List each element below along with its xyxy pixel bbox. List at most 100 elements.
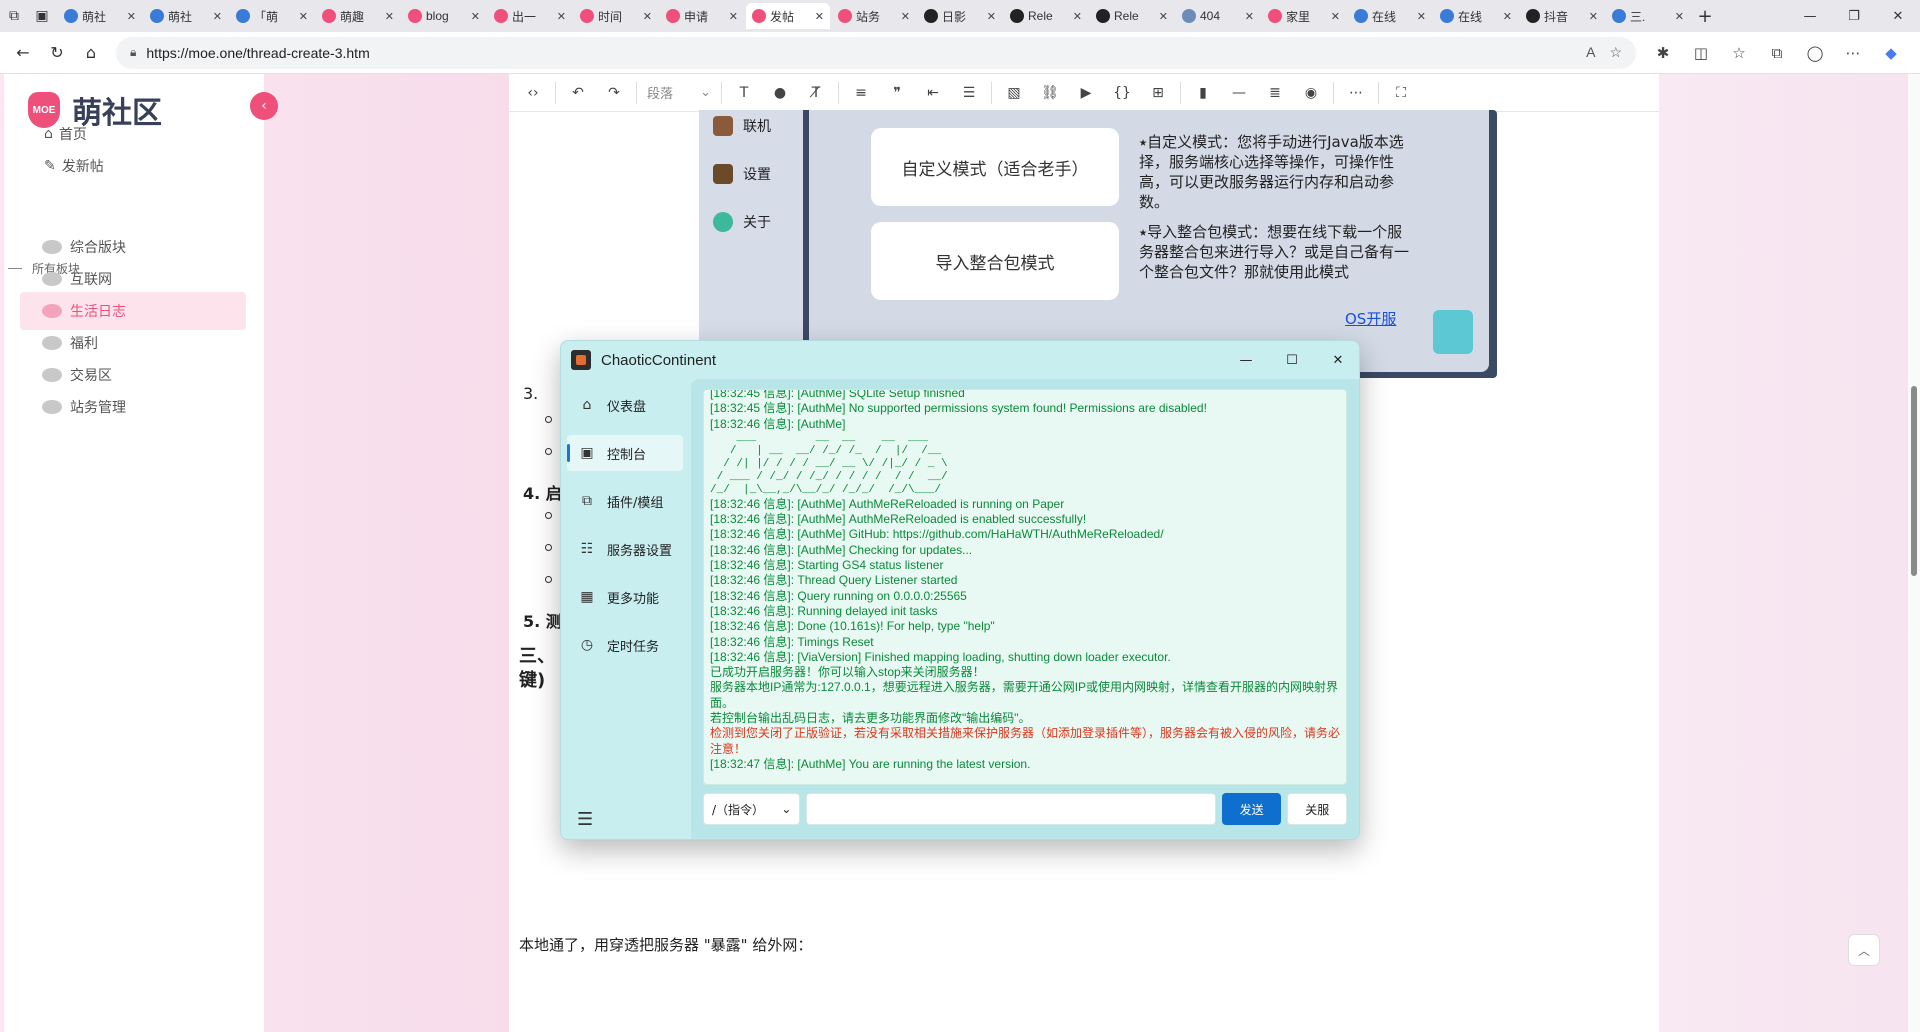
nav-dashboard[interactable]: ⌂ 仪表盘 — [567, 387, 683, 423]
address-bar[interactable]: 🔒︎ https://moe.one/thread-create-3.htm A… — [116, 36, 1636, 69]
console-log[interactable]: [18:32:45 信息]: [AuthMe] SQLite Setup fin… — [703, 389, 1347, 785]
new-tab-button[interactable]: + — [1690, 3, 1720, 29]
browser-tab[interactable]: 萌社 ✕ — [58, 3, 142, 29]
browser-tab[interactable]: 发帖 ✕ — [746, 3, 830, 29]
indent-icon[interactable]: ⇤ — [915, 77, 951, 109]
board-site-admin[interactable]: 站务管理 — [20, 388, 246, 426]
hamburger-menu-icon[interactable]: ☰ — [577, 809, 593, 830]
split-screen-icon[interactable]: ◫ — [1684, 36, 1718, 70]
browser-tab[interactable]: 萌社 ✕ — [144, 3, 228, 29]
nav-server-settings[interactable]: ☷ 服务器设置 — [567, 531, 683, 567]
tab-close-icon[interactable]: ✕ — [815, 10, 824, 23]
browser-tab[interactable]: 站务 ✕ — [832, 3, 916, 29]
tab-close-icon[interactable]: ✕ — [127, 10, 136, 23]
nav-new-thread-link[interactable]: ✎ 发新帖 — [44, 156, 104, 176]
collapse-sidebar-button[interactable]: ‹ — [250, 92, 278, 120]
clear-format-icon[interactable]: T̸ — [798, 77, 834, 109]
scroll-to-top-button[interactable]: ︿ — [1848, 934, 1880, 966]
more-options-icon[interactable]: ⋯ — [1338, 77, 1374, 109]
tab-close-icon[interactable]: ✕ — [1503, 10, 1512, 23]
link-icon[interactable]: ⛓ — [1032, 77, 1068, 109]
align-icon[interactable]: ≡ — [843, 77, 879, 109]
tab-close-icon[interactable]: ✕ — [1159, 10, 1168, 23]
nav-home-link[interactable]: ⌂ 首页 — [44, 124, 87, 144]
tab-close-icon[interactable]: ✕ — [1675, 10, 1684, 23]
text-color-icon[interactable]: ● — [762, 77, 798, 109]
video-icon[interactable]: ▶ — [1068, 77, 1104, 109]
collections-icon[interactable]: ⧉ — [1760, 36, 1794, 70]
close-window-button[interactable]: ✕ — [1876, 0, 1920, 32]
page-scrollbar[interactable] — [1908, 74, 1920, 1032]
outline-icon[interactable]: ≣ — [1257, 77, 1293, 109]
tab-close-icon[interactable]: ✕ — [643, 10, 652, 23]
back-button[interactable]: ← — [6, 36, 40, 70]
tab-close-icon[interactable]: ✕ — [385, 10, 394, 23]
code-block-icon[interactable]: {} — [1104, 77, 1140, 109]
tab-close-icon[interactable]: ✕ — [987, 10, 996, 23]
browser-tab[interactable]: 在线 ✕ — [1348, 3, 1432, 29]
tab-close-icon[interactable]: ✕ — [1073, 10, 1082, 23]
more-menu-icon[interactable]: ⋯ — [1836, 36, 1870, 70]
tab-close-icon[interactable]: ✕ — [729, 10, 738, 23]
tab-close-icon[interactable]: ✕ — [1417, 10, 1426, 23]
horizontal-rule-icon[interactable]: — — [1221, 77, 1257, 109]
preview-eye-icon[interactable]: ◉ — [1293, 77, 1329, 109]
browser-tab[interactable]: blog ✕ — [402, 3, 486, 29]
home-button[interactable]: ⌂ — [74, 36, 108, 70]
browser-tab[interactable]: 「萌 ✕ — [230, 3, 314, 29]
command-type-select[interactable]: /（指令） ⌄ — [703, 793, 801, 825]
tab-close-icon[interactable]: ✕ — [901, 10, 910, 23]
profile-icon[interactable]: ◯ — [1798, 36, 1832, 70]
undo-icon[interactable]: ↶ — [560, 77, 596, 109]
image-icon[interactable]: ▧ — [996, 77, 1032, 109]
nav-console[interactable]: ▣ 控制台 — [567, 435, 683, 471]
tab-close-icon[interactable]: ✕ — [471, 10, 480, 23]
font-icon[interactable]: T — [726, 77, 762, 109]
app-maximize-button[interactable]: ☐ — [1269, 341, 1315, 379]
paragraph-style-select[interactable]: 段落 ⌄ — [641, 79, 717, 107]
source-code-icon[interactable]: ‹› — [515, 77, 551, 109]
list-icon[interactable]: ☰ — [951, 77, 987, 109]
browser-tab[interactable]: Rele ✕ — [1090, 3, 1174, 29]
nav-scheduled-tasks[interactable]: ◷ 定时任务 — [567, 627, 683, 663]
restore-button[interactable]: ❐ — [1832, 0, 1876, 32]
redo-icon[interactable]: ↷ — [596, 77, 632, 109]
send-button[interactable]: 发送 — [1221, 793, 1282, 825]
tab-close-icon[interactable]: ✕ — [1589, 10, 1598, 23]
tab-actions-icon[interactable]: ▣ — [28, 2, 56, 30]
tab-close-icon[interactable]: ✕ — [213, 10, 222, 23]
minimize-button[interactable]: — — [1788, 0, 1832, 32]
browser-tab[interactable]: 三. ✕ — [1606, 3, 1690, 29]
browser-tab[interactable]: 抖音 ✕ — [1520, 3, 1604, 29]
browser-tab[interactable]: 时间 ✕ — [574, 3, 658, 29]
command-input[interactable] — [806, 793, 1216, 825]
browser-tab[interactable]: Rele ✕ — [1004, 3, 1088, 29]
extensions-icon[interactable]: ✱ — [1646, 36, 1680, 70]
browser-tab[interactable]: 申请 ✕ — [660, 3, 744, 29]
table-icon[interactable]: ⊞ — [1140, 77, 1176, 109]
app-title-bar[interactable]: ChaoticContinent — ☐ ✕ — [561, 341, 1359, 379]
copilot-icon[interactable]: ◆ — [1874, 36, 1908, 70]
browser-tab[interactable]: 家里 ✕ — [1262, 3, 1346, 29]
app-close-button[interactable]: ✕ — [1315, 341, 1359, 379]
quote-icon[interactable]: ❞ — [879, 77, 915, 109]
tab-close-icon[interactable]: ✕ — [1245, 10, 1254, 23]
browser-tab[interactable]: 在线 ✕ — [1434, 3, 1518, 29]
stop-server-button[interactable]: 关服 — [1287, 793, 1347, 825]
browser-tab[interactable]: 萌趣 ✕ — [316, 3, 400, 29]
refresh-button[interactable]: ↻ — [40, 36, 74, 70]
tab-close-icon[interactable]: ✕ — [299, 10, 308, 23]
nav-plugins[interactable]: ⧉ 插件/模组 — [567, 483, 683, 519]
nav-more-features[interactable]: ▦ 更多功能 — [567, 579, 683, 615]
browser-tab[interactable]: 404 ✕ — [1176, 3, 1260, 29]
browser-tab[interactable]: 日影 ✕ — [918, 3, 1002, 29]
favorites-icon[interactable]: ☆ — [1722, 36, 1756, 70]
bookmark-icon[interactable]: ▮ — [1185, 77, 1221, 109]
favorite-star-icon[interactable]: ☆ — [1609, 44, 1622, 61]
tab-close-icon[interactable]: ✕ — [1331, 10, 1340, 23]
tab-close-icon[interactable]: ✕ — [557, 10, 566, 23]
read-aloud-icon[interactable]: A — [1586, 44, 1595, 61]
fullscreen-icon[interactable]: ⛶ — [1383, 77, 1419, 109]
app-minimize-button[interactable]: — — [1223, 341, 1269, 379]
browser-tab[interactable]: 出一 ✕ — [488, 3, 572, 29]
